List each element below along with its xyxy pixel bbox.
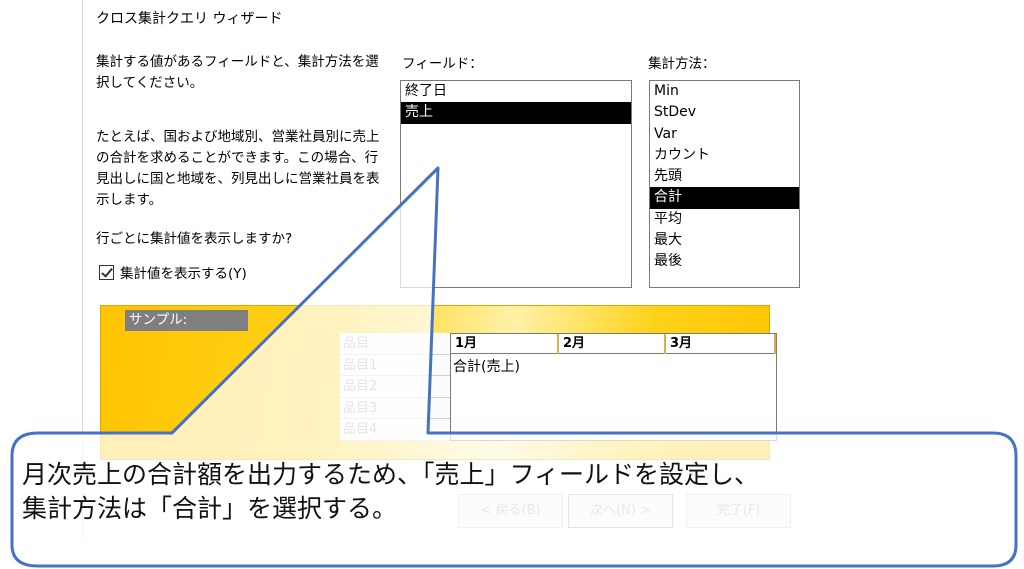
sample-col-3: 3月 <box>666 334 776 354</box>
instruction-text: 集計する値があるフィールドと、集計方法を選択してください。 <box>96 54 379 91</box>
question-text: 行ごとに集計値を表示しますか? <box>96 231 293 247</box>
method-item-stdev[interactable]: StDev <box>650 102 799 123</box>
method-item-max[interactable]: 最大 <box>650 230 799 251</box>
fields-listbox[interactable]: 終了日 売上 <box>400 80 632 288</box>
sample-row-4: 品目4 <box>340 419 450 441</box>
methods-label: 集計方法： <box>648 56 716 72</box>
sample-row-headers: 品目 品目1 品目2 品目3 品目4 <box>340 333 450 441</box>
sample-label: サンプル: <box>125 310 248 331</box>
method-item-min[interactable]: Min <box>650 81 799 102</box>
sample-row-header-title: 品目 <box>340 333 450 355</box>
method-item-sum[interactable]: 合計 <box>650 187 799 209</box>
sample-col-1: 1月 <box>451 334 559 354</box>
method-item-count[interactable]: カウント <box>650 145 799 166</box>
field-item-end-date[interactable]: 終了日 <box>401 81 631 102</box>
sample-row-2: 品目2 <box>340 376 450 398</box>
methods-listbox[interactable]: Min StDev Var カウント 先頭 合計 平均 最大 最後 <box>649 80 800 288</box>
callout-line-1: 月次売上の合計額を出力するため、「売上」フィールドを設定し、 <box>22 460 760 489</box>
sample-row-1: 品目1 <box>340 354 450 376</box>
dialog-title: クロス集計クエリ ウィザード <box>96 11 283 27</box>
field-item-sales[interactable]: 売上 <box>401 102 631 124</box>
sample-row-3: 品目3 <box>340 397 450 419</box>
sample-grid: 1月 2月 3月 合計(売上) <box>450 333 777 441</box>
show-summary-checkbox[interactable] <box>99 264 114 280</box>
method-item-first[interactable]: 先頭 <box>650 166 799 187</box>
method-item-average[interactable]: 平均 <box>650 209 799 230</box>
fields-label: フィールド： <box>402 56 483 72</box>
sample-column-headers: 1月 2月 3月 <box>451 334 776 354</box>
callout-line-2: 集計方法は「合計」を選択する。 <box>22 494 398 523</box>
example-text: たとえば、国および地域別、営業社員別に売上の合計を求めることができます。この場合… <box>96 129 380 208</box>
callout-text: 月次売上の合計額を出力するため、「売上」フィールドを設定し、 集計方法は「合計」… <box>22 458 1012 526</box>
show-summary-checkbox-row[interactable]: 集計値を表示する(Y) <box>99 262 247 282</box>
show-summary-label: 集計値を表示する(Y) <box>120 266 247 282</box>
method-item-last[interactable]: 最後 <box>650 251 799 272</box>
method-item-var[interactable]: Var <box>650 124 799 145</box>
sample-value-cell: 合計(売上) <box>453 359 520 375</box>
sample-col-2: 2月 <box>559 334 666 354</box>
